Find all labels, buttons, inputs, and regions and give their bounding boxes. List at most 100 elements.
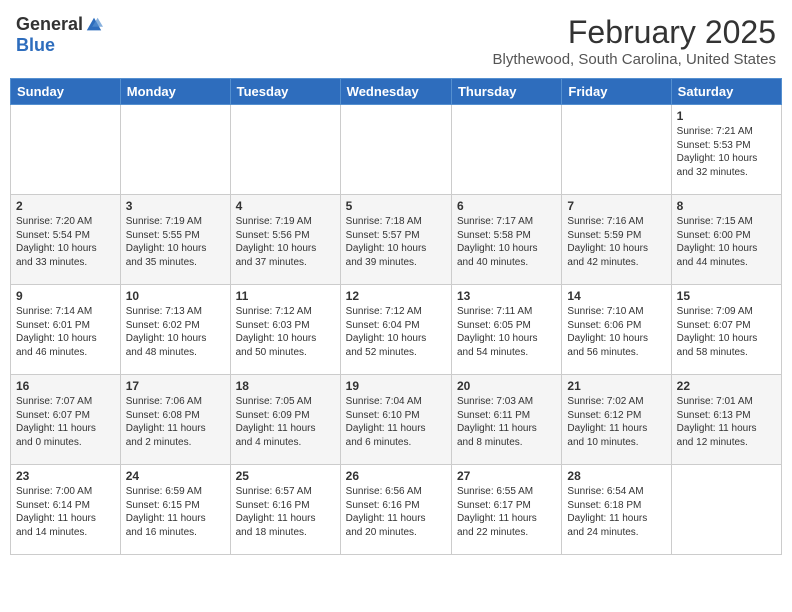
day-number: 11 [236, 289, 335, 303]
day-info: Sunrise: 7:05 AM Sunset: 6:09 PM Dayligh… [236, 395, 335, 449]
day-info: Sunrise: 7:17 AM Sunset: 5:58 PM Dayligh… [457, 215, 556, 269]
day-info: Sunrise: 7:20 AM Sunset: 5:54 PM Dayligh… [16, 215, 115, 269]
table-row: 5Sunrise: 7:18 AM Sunset: 5:57 PM Daylig… [340, 195, 451, 285]
table-row: 6 Sunrise: 7:17 AM Sunset: 5:58 PM Daylig… [451, 195, 561, 285]
calendar-header-row: Sunday Monday Tuesday Wednesday Thursday… [11, 79, 782, 105]
day-info: Sunrise: 7:12 AM Sunset: 6:04 PM Dayligh… [346, 305, 446, 359]
table-row: 2 Sunrise: 7:20 AM Sunset: 5:54 PM Daylig… [11, 195, 121, 285]
logo-blue: Blue [16, 35, 55, 56]
day-info: Sunrise: 7:01 AM Sunset: 6:13 PM Dayligh… [677, 395, 776, 449]
day-info: Sunrise: 7:07 AM Sunset: 6:07 PM Dayligh… [16, 395, 115, 449]
day-info: Sunrise: 7:19 AM Sunset: 5:55 PM Dayligh… [126, 215, 225, 269]
logo: General Blue [16, 14, 103, 56]
day-number: 10 [126, 289, 225, 303]
table-row: 12Sunrise: 7:12 AM Sunset: 6:04 PM Dayli… [340, 285, 451, 375]
header-friday: Friday [562, 79, 671, 105]
day-number: 24 [126, 469, 225, 483]
table-row: 16 Sunrise: 7:07 AM Sunset: 6:07 PM Dayli… [11, 375, 121, 465]
table-row [671, 465, 781, 555]
table-row: 7 Sunrise: 7:16 AM Sunset: 5:59 PM Daylig… [562, 195, 671, 285]
day-number: 18 [236, 379, 335, 393]
day-number: 19 [346, 379, 446, 393]
month-title: February 2025 [493, 14, 777, 51]
calendar-week-row: 16 Sunrise: 7:07 AM Sunset: 6:07 PM Dayli… [11, 375, 782, 465]
day-info: Sunrise: 7:14 AM Sunset: 6:01 PM Dayligh… [16, 305, 115, 359]
header-tuesday: Tuesday [230, 79, 340, 105]
day-info: Sunrise: 6:54 AM Sunset: 6:18 PM Dayligh… [567, 485, 665, 539]
day-number: 26 [346, 469, 446, 483]
table-row [120, 105, 230, 195]
table-row: 11 Sunrise: 7:12 AM Sunset: 6:03 PM Dayli… [230, 285, 340, 375]
day-number: 9 [16, 289, 115, 303]
header-wednesday: Wednesday [340, 79, 451, 105]
day-info: Sunrise: 7:11 AM Sunset: 6:05 PM Dayligh… [457, 305, 556, 359]
day-number: 4 [236, 199, 335, 213]
header-saturday: Saturday [671, 79, 781, 105]
table-row [11, 105, 121, 195]
table-row: 25 Sunrise: 6:57 AM Sunset: 6:16 PM Dayli… [230, 465, 340, 555]
table-row [230, 105, 340, 195]
header-sunday: Sunday [11, 79, 121, 105]
table-row: 14Sunrise: 7:10 AM Sunset: 6:06 PM Dayli… [562, 285, 671, 375]
day-info: Sunrise: 7:16 AM Sunset: 5:59 PM Dayligh… [567, 215, 665, 269]
logo-general: General [16, 14, 83, 35]
day-info: Sunrise: 7:03 AM Sunset: 6:11 PM Dayligh… [457, 395, 556, 449]
calendar-week-row: 2 Sunrise: 7:20 AM Sunset: 5:54 PM Daylig… [11, 195, 782, 285]
day-number: 28 [567, 469, 665, 483]
day-info: Sunrise: 7:12 AM Sunset: 6:03 PM Dayligh… [236, 305, 335, 359]
day-info: Sunrise: 7:06 AM Sunset: 6:08 PM Dayligh… [126, 395, 225, 449]
day-info: Sunrise: 6:57 AM Sunset: 6:16 PM Dayligh… [236, 485, 335, 539]
logo-icon [85, 16, 103, 34]
day-number: 27 [457, 469, 556, 483]
day-number: 23 [16, 469, 115, 483]
table-row: 9 Sunrise: 7:14 AM Sunset: 6:01 PM Daylig… [11, 285, 121, 375]
table-row [340, 105, 451, 195]
table-row: 13 Sunrise: 7:11 AM Sunset: 6:05 PM Dayli… [451, 285, 561, 375]
table-row: 4 Sunrise: 7:19 AM Sunset: 5:56 PM Daylig… [230, 195, 340, 285]
day-info: Sunrise: 7:21 AM Sunset: 5:53 PM Dayligh… [677, 125, 776, 179]
day-number: 2 [16, 199, 115, 213]
day-info: Sunrise: 7:04 AM Sunset: 6:10 PM Dayligh… [346, 395, 446, 449]
day-info: Sunrise: 7:00 AM Sunset: 6:14 PM Dayligh… [16, 485, 115, 539]
table-row: 22 Sunrise: 7:01 AM Sunset: 6:13 PM Dayli… [671, 375, 781, 465]
table-row: 8 Sunrise: 7:15 AM Sunset: 6:00 PM Daylig… [671, 195, 781, 285]
table-row: 21Sunrise: 7:02 AM Sunset: 6:12 PM Dayli… [562, 375, 671, 465]
day-number: 7 [567, 199, 665, 213]
day-number: 22 [677, 379, 776, 393]
day-info: Sunrise: 7:15 AM Sunset: 6:00 PM Dayligh… [677, 215, 776, 269]
table-row [562, 105, 671, 195]
table-row: 18 Sunrise: 7:05 AM Sunset: 6:09 PM Dayli… [230, 375, 340, 465]
day-number: 3 [126, 199, 225, 213]
calendar-week-row: 9 Sunrise: 7:14 AM Sunset: 6:01 PM Daylig… [11, 285, 782, 375]
day-number: 8 [677, 199, 776, 213]
day-info: Sunrise: 6:56 AM Sunset: 6:16 PM Dayligh… [346, 485, 446, 539]
calendar-week-row: 23 Sunrise: 7:00 AM Sunset: 6:14 PM Dayli… [11, 465, 782, 555]
day-number: 1 [677, 109, 776, 123]
table-row: 15Sunrise: 7:09 AM Sunset: 6:07 PM Dayli… [671, 285, 781, 375]
day-info: Sunrise: 6:59 AM Sunset: 6:15 PM Dayligh… [126, 485, 225, 539]
day-number: 6 [457, 199, 556, 213]
table-row: 20Sunrise: 7:03 AM Sunset: 6:11 PM Dayli… [451, 375, 561, 465]
location-title: Blythewood, South Carolina, United State… [493, 51, 777, 68]
day-info: Sunrise: 6:55 AM Sunset: 6:17 PM Dayligh… [457, 485, 556, 539]
calendar-week-row: 1 Sunrise: 7:21 AM Sunset: 5:53 PM Daylig… [11, 105, 782, 195]
day-number: 13 [457, 289, 556, 303]
title-block: February 2025 Blythewood, South Carolina… [493, 14, 777, 68]
day-number: 21 [567, 379, 665, 393]
day-info: Sunrise: 7:19 AM Sunset: 5:56 PM Dayligh… [236, 215, 335, 269]
table-row: 28 Sunrise: 6:54 AM Sunset: 6:18 PM Dayli… [562, 465, 671, 555]
day-info: Sunrise: 7:18 AM Sunset: 5:57 PM Dayligh… [346, 215, 446, 269]
page-header: General Blue February 2025 Blythewood, S… [10, 10, 782, 72]
table-row: 3 Sunrise: 7:19 AM Sunset: 5:55 PM Daylig… [120, 195, 230, 285]
table-row: 27 Sunrise: 6:55 AM Sunset: 6:17 PM Dayli… [451, 465, 561, 555]
table-row: 23 Sunrise: 7:00 AM Sunset: 6:14 PM Dayli… [11, 465, 121, 555]
table-row: 10Sunrise: 7:13 AM Sunset: 6:02 PM Dayli… [120, 285, 230, 375]
table-row: 1 Sunrise: 7:21 AM Sunset: 5:53 PM Daylig… [671, 105, 781, 195]
day-number: 16 [16, 379, 115, 393]
header-monday: Monday [120, 79, 230, 105]
table-row [451, 105, 561, 195]
day-number: 14 [567, 289, 665, 303]
day-number: 25 [236, 469, 335, 483]
table-row: 19 Sunrise: 7:04 AM Sunset: 6:10 PM Dayli… [340, 375, 451, 465]
day-number: 17 [126, 379, 225, 393]
